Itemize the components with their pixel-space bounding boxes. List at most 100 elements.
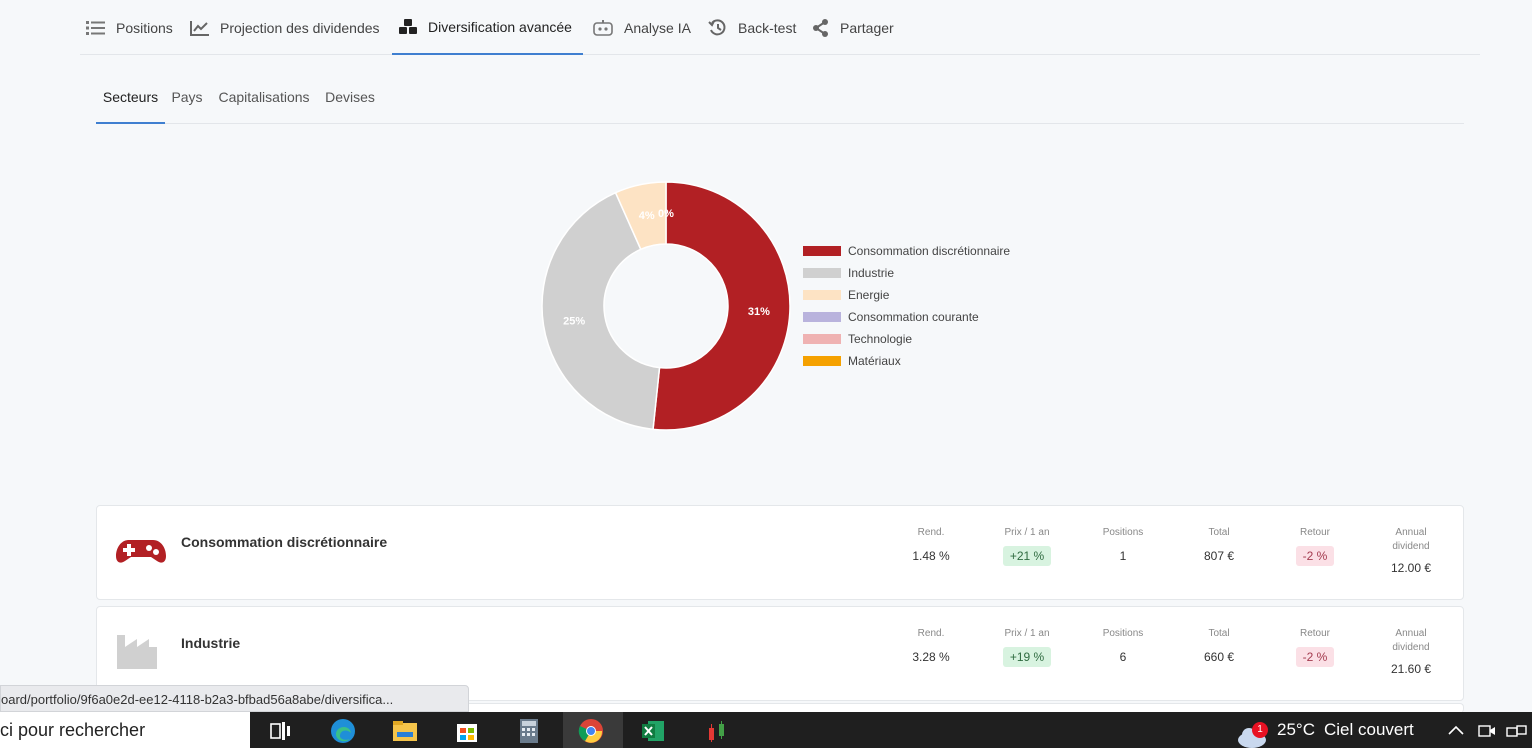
legend-label: Matériaux	[848, 354, 901, 368]
positions-label: Positions	[1102, 628, 1144, 639]
annual-dividend-column: Annual dividend 21.60 €	[1366, 627, 1456, 679]
legend-label: Consommation discrétionnaire	[848, 244, 1011, 258]
legend-label: Industrie	[848, 266, 895, 280]
chrome-browser-icon[interactable]	[578, 718, 604, 744]
total-label: Total	[1208, 527, 1230, 538]
legend-label: Technologie	[848, 332, 913, 346]
legend-label: Consommation courante	[848, 310, 979, 324]
total-value: 807 €	[1203, 549, 1235, 563]
nav-dividend-projection-label: Projection des dividendes	[220, 19, 380, 36]
history-icon	[708, 18, 726, 35]
positions-value: 6	[1119, 650, 1127, 664]
price-1y-label: Prix / 1 an	[1004, 527, 1050, 538]
total-column: Total 660 €	[1174, 627, 1264, 667]
sector-name: Industrie	[181, 635, 241, 651]
weather-description[interactable]: Ciel couvert	[1324, 712, 1414, 748]
legend-swatch	[803, 312, 841, 322]
yield-value: 3.28 %	[912, 650, 950, 664]
total-column: Total 807 €	[1174, 526, 1264, 566]
legend-swatch	[803, 246, 841, 256]
nav-back-test-label: Back-test	[738, 19, 797, 36]
chart-legend: Consommation discrétionnaire Industrie Ene…	[803, 240, 1010, 372]
file-explorer-icon[interactable]	[392, 718, 418, 744]
nav-dividend-projection[interactable]: Projection des dividendes	[190, 0, 380, 55]
nav-advanced-diversification-label: Diversification avancée	[428, 18, 572, 35]
legend-item[interactable]: Industrie	[803, 262, 1010, 284]
network-icon[interactable]	[1506, 724, 1528, 738]
price-1y-column: Prix / 1 an +21 %	[982, 526, 1072, 566]
pie-data-label-3: 4%	[639, 210, 655, 222]
main-navigation: Positions Projection des dividendes Dive…	[80, 0, 1480, 55]
yield-label: Rend.	[917, 628, 945, 639]
nav-share-label: Partager	[840, 19, 894, 36]
nav-ai-analysis[interactable]: Analyse IA	[592, 0, 691, 55]
legend-swatch	[803, 268, 841, 278]
sector-donut-chart: 31% 25% 4% 0%	[541, 181, 791, 431]
return-badge: -2 %	[1295, 546, 1335, 566]
positions-value: 1	[1119, 549, 1127, 563]
tab-capitalisations[interactable]: Capitalisations	[216, 72, 312, 124]
taskbar-search-text: ci pour rechercher	[0, 720, 146, 740]
legend-label: Energie	[848, 288, 890, 302]
annual-dividend-label-1: Annual	[1395, 527, 1427, 538]
nav-ai-analysis-label: Analyse IA	[624, 19, 691, 36]
sector-name: Consommation discrétionnaire	[181, 534, 388, 550]
yield-value: 1.48 %	[912, 549, 950, 563]
annual-dividend-value: 12.00 €	[1390, 561, 1432, 575]
legend-item[interactable]: Consommation courante	[803, 306, 1010, 328]
nav-positions-label: Positions	[116, 19, 173, 36]
meet-now-icon[interactable]	[1478, 724, 1496, 738]
legend-item[interactable]: Matériaux	[803, 350, 1010, 372]
excel-icon[interactable]	[640, 718, 666, 744]
nav-positions[interactable]: Positions	[86, 0, 173, 55]
annual-dividend-label-2: dividend	[1392, 642, 1430, 653]
legend-item[interactable]: Consommation discrétionnaire	[803, 240, 1010, 262]
tab-secteurs[interactable]: Secteurs	[96, 72, 165, 124]
yield-column: Rend. 3.28 %	[886, 627, 976, 667]
chart-line-icon	[190, 20, 209, 36]
task-view-icon[interactable]	[268, 718, 294, 744]
legend-item[interactable]: Energie	[803, 284, 1010, 306]
gamepad-icon	[115, 530, 167, 575]
tab-devises[interactable]: Devises	[324, 72, 376, 124]
price-1y-badge: +21 %	[1002, 546, 1052, 566]
windows-taskbar: ci pour rechercher 1 25°C Ciel couvert	[0, 712, 1532, 748]
robot-icon	[593, 19, 613, 36]
nav-back-test[interactable]: Back-test	[708, 0, 796, 55]
pie-data-label-1: 31%	[748, 306, 770, 318]
nav-advanced-diversification[interactable]: Diversification avancée	[392, 0, 583, 55]
sector-card[interactable]: Consommation discrétionnaire Rend. 1.48 …	[96, 505, 1464, 600]
edge-browser-icon[interactable]	[330, 718, 356, 744]
pie-data-label-2: 25%	[563, 316, 585, 328]
nav-share[interactable]: Partager	[812, 0, 894, 55]
share-icon	[813, 18, 828, 37]
price-1y-label: Prix / 1 an	[1004, 628, 1050, 639]
taskbar-search-box[interactable]: ci pour rechercher	[0, 712, 250, 748]
price-1y-column: Prix / 1 an +19 %	[982, 627, 1072, 667]
tab-pays[interactable]: Pays	[171, 72, 203, 124]
legend-item[interactable]: Technologie	[803, 328, 1010, 350]
positions-column: Positions 6	[1078, 627, 1168, 667]
return-label: Retour	[1299, 628, 1330, 639]
pie-data-label-4: 0%	[658, 208, 674, 220]
annual-dividend-column: Annual dividend 12.00 €	[1366, 526, 1456, 578]
sector-tabs: Secteurs Pays Capitalisations Devises	[96, 72, 1464, 124]
yield-column: Rend. 1.48 %	[886, 526, 976, 566]
annual-dividend-label-2: dividend	[1392, 541, 1430, 552]
annual-dividend-value: 21.60 €	[1390, 662, 1432, 676]
yield-label: Rend.	[917, 527, 945, 538]
legend-swatch	[803, 356, 841, 366]
legend-swatch	[803, 290, 841, 300]
price-1y-badge: +19 %	[1002, 647, 1052, 667]
chevron-up-icon[interactable]	[1448, 724, 1464, 736]
calculator-icon[interactable]	[516, 718, 542, 744]
weather-temperature[interactable]: 25°C	[1277, 712, 1315, 748]
return-label: Retour	[1299, 527, 1330, 538]
weather-notification-badge: 1	[1252, 722, 1268, 738]
trading-app-icon[interactable]	[704, 718, 730, 744]
total-value: 660 €	[1203, 650, 1235, 664]
return-column: Retour -2 %	[1270, 627, 1360, 667]
positions-column: Positions 1	[1078, 526, 1168, 566]
microsoft-store-icon[interactable]	[454, 718, 480, 744]
return-badge: -2 %	[1295, 647, 1335, 667]
